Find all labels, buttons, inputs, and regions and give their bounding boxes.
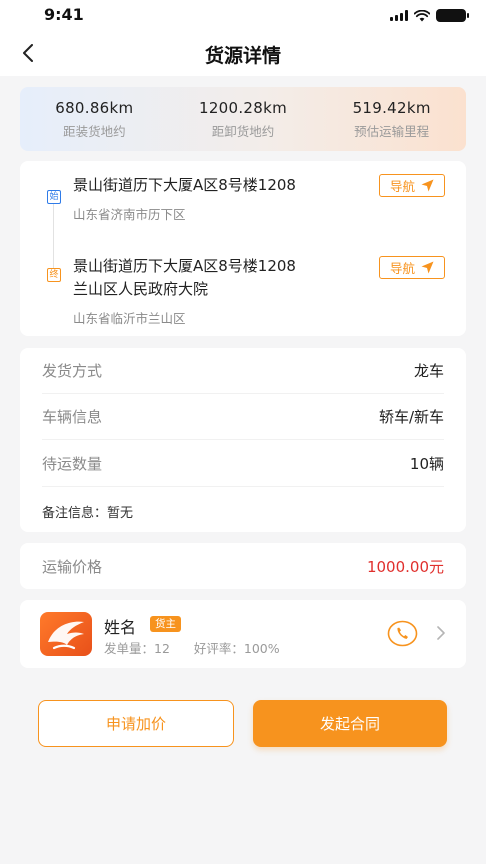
nav-bar: 货源详情 xyxy=(0,30,486,76)
start-address: 景山街道历下大厦A区8号楼1208 xyxy=(73,176,296,194)
stat-label: 预估运输里程 xyxy=(354,124,430,139)
eagle-logo-icon xyxy=(48,621,84,650)
info-value: 龙车 xyxy=(413,362,444,380)
start-tag: 始 xyxy=(47,190,61,204)
end-address: 景山街道历下大厦A区8号楼1208 xyxy=(73,257,296,275)
price-label: 运输价格 xyxy=(42,558,103,576)
price-value: 1000.00元 xyxy=(366,558,444,576)
owner-rating: 好评率：100% xyxy=(193,641,280,656)
phone-icon xyxy=(387,620,418,647)
info-label: 车辆信息 xyxy=(42,408,103,426)
cargo-info-card: 发货方式 龙车 车辆信息 轿车/新车 待运数量 10辆 备注信息：暂无 xyxy=(20,348,466,532)
end-tag: 终 xyxy=(47,268,61,282)
owner-role-badge: 货主 xyxy=(150,616,181,632)
owner-order-count: 发单量：12 xyxy=(104,641,170,656)
info-row-vehicle: 车辆信息 轿车/新车 xyxy=(42,394,444,440)
owner-card[interactable]: 姓名 货主 发单量：12 好评率：100% xyxy=(20,600,466,668)
info-value: 10辆 xyxy=(409,455,444,473)
route-connector xyxy=(53,197,54,275)
info-row-shipping-method: 发货方式 龙车 xyxy=(42,348,444,394)
stat-unloading-distance: 1200.28km 距卸货地约 xyxy=(169,87,318,151)
signal-icon xyxy=(390,10,408,21)
wifi-icon xyxy=(414,9,430,21)
navigate-label: 导航 xyxy=(389,261,415,276)
navigate-label: 导航 xyxy=(389,179,415,194)
start-navigate-button[interactable]: 导航 xyxy=(379,174,445,197)
stat-label: 距卸货地约 xyxy=(211,124,275,139)
info-label: 发货方式 xyxy=(42,362,103,380)
distance-stats: 680.86km 距装货地约 1200.28km 距卸货地约 519.42km … xyxy=(20,87,466,151)
end-address-line2: 兰山区人民政府大院 xyxy=(73,280,209,298)
call-button[interactable] xyxy=(387,620,418,647)
end-navigate-button[interactable]: 导航 xyxy=(379,256,445,279)
remark-text: 备注信息：暂无 xyxy=(42,506,134,521)
status-bar: 9:41 xyxy=(0,0,486,30)
stat-value: 1200.28km xyxy=(198,99,288,117)
status-icons xyxy=(390,9,469,22)
stat-loading-distance: 680.86km 距装货地约 xyxy=(20,87,169,151)
info-value: 轿车/新车 xyxy=(378,408,444,426)
navigation-arrow-icon xyxy=(421,179,434,192)
info-row-quantity: 待运数量 10辆 xyxy=(42,441,444,487)
avatar xyxy=(40,612,92,656)
owner-name: 姓名 xyxy=(104,618,137,637)
route-card: 始 景山街道历下大厦A区8号楼1208 山东省济南市历下区 导航 终 景山街道历… xyxy=(20,161,466,336)
end-region: 山东省临沂市兰山区 xyxy=(73,311,186,326)
battery-icon xyxy=(436,9,469,22)
navigation-arrow-icon xyxy=(421,261,434,274)
stat-value: 519.42km xyxy=(352,99,431,117)
stat-value: 680.86km xyxy=(55,99,134,117)
chevron-right-icon xyxy=(437,626,445,640)
start-contract-button[interactable]: 发起合同 xyxy=(253,700,447,747)
owner-stats: 发单量：12 好评率：100% xyxy=(104,638,280,657)
stat-label: 距装货地约 xyxy=(63,124,126,139)
start-region: 山东省济南市历下区 xyxy=(73,207,186,222)
stat-estimated-mileage: 519.42km 预估运输里程 xyxy=(317,87,466,151)
status-time: 9:41 xyxy=(44,5,84,24)
info-label: 待运数量 xyxy=(42,455,103,473)
page-title: 货源详情 xyxy=(204,45,281,67)
price-card: 运输价格 1000.00元 xyxy=(20,543,466,589)
raise-price-button[interactable]: 申请加价 xyxy=(38,700,234,747)
